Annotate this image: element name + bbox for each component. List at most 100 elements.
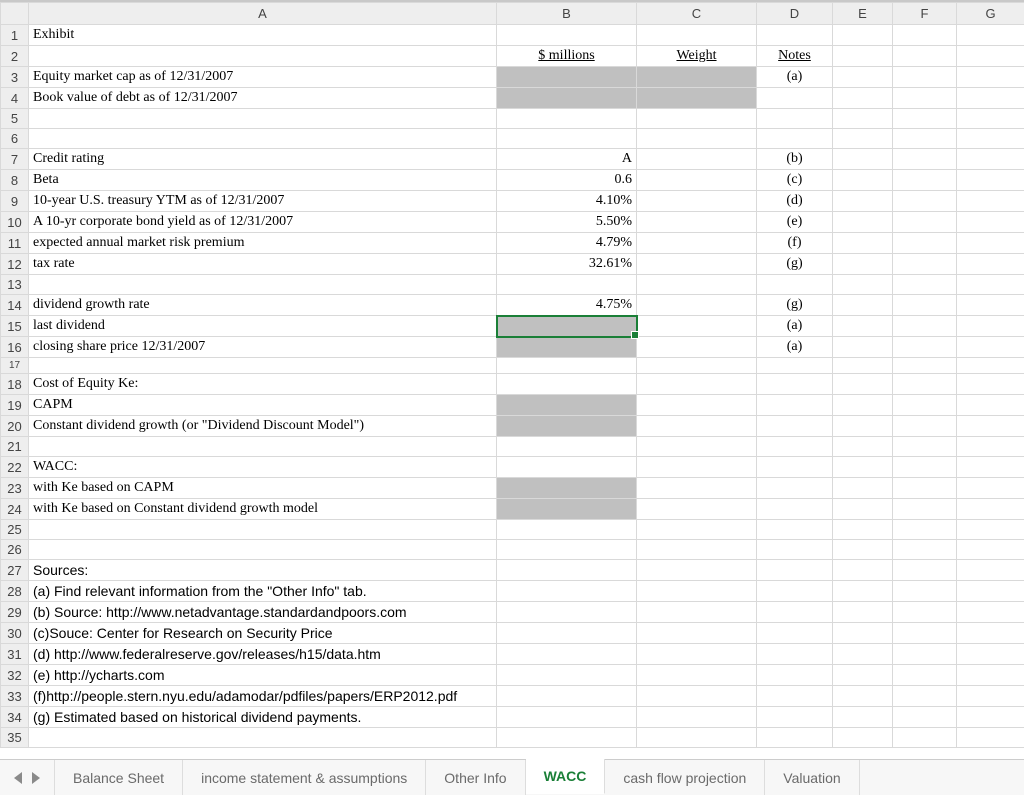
cell-C4[interactable] [637,88,757,109]
row-header[interactable]: 3 [1,67,29,88]
cell-B2[interactable]: $ millions [497,46,637,67]
row-header[interactable]: 26 [1,540,29,560]
cell-A19[interactable]: CAPM [29,395,497,416]
cell-A12[interactable]: tax rate [29,254,497,275]
tab-cash-flow[interactable]: cash flow projection [605,760,765,795]
row-header[interactable]: 31 [1,644,29,665]
cell-D3[interactable]: (a) [757,67,833,88]
cell-B11[interactable]: 4.79% [497,233,637,254]
row-header[interactable]: 35 [1,728,29,748]
cell-D8[interactable]: (c) [757,170,833,191]
col-header-D[interactable]: D [757,3,833,25]
row-header[interactable]: 17 [1,358,29,374]
row-header[interactable]: 8 [1,170,29,191]
cell-D2[interactable]: Notes [757,46,833,67]
cell-A30[interactable]: (c)Souce: Center for Research on Securit… [29,623,497,644]
row-header[interactable]: 12 [1,254,29,275]
row-header[interactable]: 25 [1,520,29,540]
cell-B14[interactable]: 4.75% [497,295,637,316]
tab-wacc[interactable]: WACC [526,759,606,794]
row-header[interactable]: 2 [1,46,29,67]
row-header[interactable]: 18 [1,374,29,395]
cell-D15[interactable]: (a) [757,316,833,337]
cell-A29[interactable]: (b) Source: http://www.netadvantage.stan… [29,602,497,623]
row-header[interactable]: 23 [1,478,29,499]
cell-B24[interactable] [497,499,637,520]
cell-A23[interactable]: with Ke based on CAPM [29,478,497,499]
row-header[interactable]: 6 [1,129,29,149]
row-header[interactable]: 7 [1,149,29,170]
row-header[interactable]: 9 [1,191,29,212]
tab-next-icon[interactable] [32,772,40,784]
cell-A18[interactable]: Cost of Equity Ke: [29,374,497,395]
tab-other-info[interactable]: Other Info [426,760,525,795]
row-header[interactable]: 11 [1,233,29,254]
row-header[interactable]: 22 [1,457,29,478]
cell-B9[interactable]: 4.10% [497,191,637,212]
cell-B12[interactable]: 32.61% [497,254,637,275]
row-header[interactable]: 30 [1,623,29,644]
cell-A11[interactable]: expected annual market risk premium [29,233,497,254]
row-header[interactable]: 10 [1,212,29,233]
col-header-A[interactable]: A [29,3,497,25]
select-all-corner[interactable] [1,3,29,25]
cell-A34[interactable]: (g) Estimated based on historical divide… [29,707,497,728]
cell-A16[interactable]: closing share price 12/31/2007 [29,337,497,358]
col-header-E[interactable]: E [833,3,893,25]
cell-A31[interactable]: (d) http://www.federalreserve.gov/releas… [29,644,497,665]
row-header[interactable]: 16 [1,337,29,358]
cell-B10[interactable]: 5.50% [497,212,637,233]
cell-A20[interactable]: Constant dividend growth (or "Dividend D… [29,416,497,437]
row-header[interactable]: 34 [1,707,29,728]
row-header[interactable]: 28 [1,581,29,602]
cell-A27[interactable]: Sources: [29,560,497,581]
cell-B7[interactable]: A [497,149,637,170]
cell-A4[interactable]: Book value of debt as of 12/31/2007 [29,88,497,109]
cell-A28[interactable]: (a) Find relevant information from the "… [29,581,497,602]
row-header[interactable]: 4 [1,88,29,109]
row-header[interactable]: 21 [1,437,29,457]
cell-B20[interactable] [497,416,637,437]
cell-B19[interactable] [497,395,637,416]
cell-B23[interactable] [497,478,637,499]
column-header-row[interactable]: A B C D E F G [1,3,1024,25]
tab-income-statement[interactable]: income statement & assumptions [183,760,426,795]
row-header[interactable]: 5 [1,109,29,129]
cell-A15[interactable]: last dividend [29,316,497,337]
cell-A1[interactable]: Exhibit [29,25,497,46]
cell-D16[interactable]: (a) [757,337,833,358]
row-header[interactable]: 15 [1,316,29,337]
cell-B4[interactable] [497,88,637,109]
cell-A8[interactable]: Beta [29,170,497,191]
cell-A9[interactable]: 10-year U.S. treasury YTM as of 12/31/20… [29,191,497,212]
col-header-C[interactable]: C [637,3,757,25]
tab-prev-icon[interactable] [14,772,22,784]
cell-A33[interactable]: (f)http://people.stern.nyu.edu/adamodar/… [29,686,497,707]
cell-A32[interactable]: (e) http://ycharts.com [29,665,497,686]
cell-D14[interactable]: (g) [757,295,833,316]
tab-balance-sheet[interactable]: Balance Sheet [55,760,183,795]
row-header[interactable]: 14 [1,295,29,316]
row-header[interactable]: 29 [1,602,29,623]
cell-A14[interactable]: dividend growth rate [29,295,497,316]
cell-B3[interactable] [497,67,637,88]
cell-A22[interactable]: WACC: [29,457,497,478]
cell-A24[interactable]: with Ke based on Constant dividend growt… [29,499,497,520]
col-header-G[interactable]: G [957,3,1024,25]
cell-B8[interactable]: 0.6 [497,170,637,191]
cell-D10[interactable]: (e) [757,212,833,233]
cell-D12[interactable]: (g) [757,254,833,275]
cell-B15-selected[interactable] [497,316,637,337]
cell-C3[interactable] [637,67,757,88]
row-header[interactable]: 27 [1,560,29,581]
cell-B16[interactable] [497,337,637,358]
cell-B1[interactable] [497,25,637,46]
tab-valuation[interactable]: Valuation [765,760,859,795]
row-header[interactable]: 24 [1,499,29,520]
col-header-F[interactable]: F [893,3,957,25]
cell-D9[interactable]: (d) [757,191,833,212]
row-header[interactable]: 1 [1,25,29,46]
cell-A10[interactable]: A 10-yr corporate bond yield as of 12/31… [29,212,497,233]
cell-C2[interactable]: Weight [637,46,757,67]
row-header[interactable]: 20 [1,416,29,437]
